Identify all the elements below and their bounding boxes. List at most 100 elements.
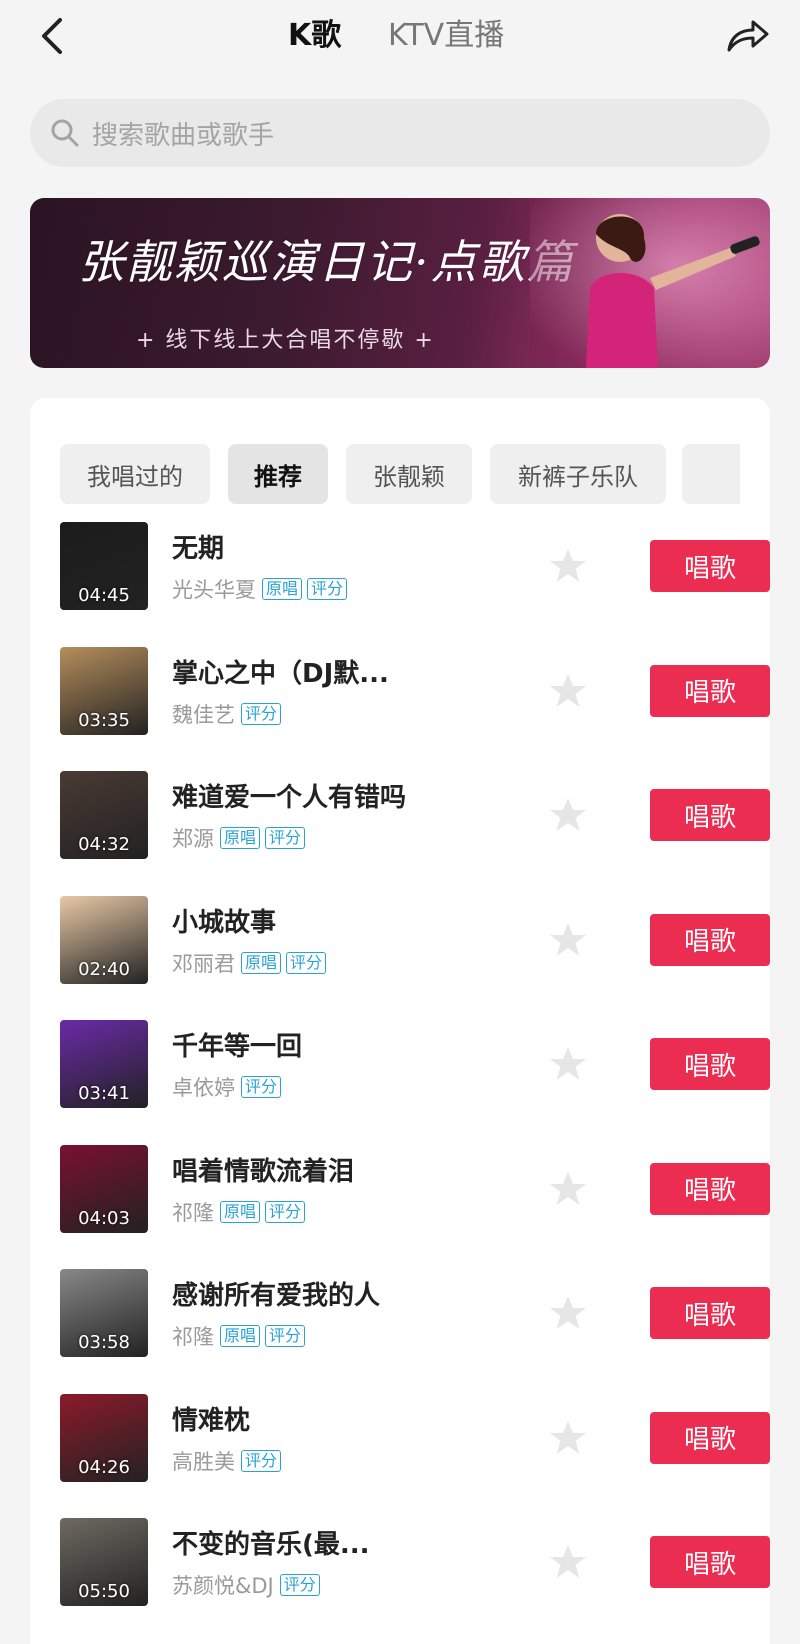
song-meta: 高胜美 评分 (172, 1446, 286, 1476)
song-duration: 05:50 (78, 1581, 130, 1602)
song-cover[interactable]: 04:03 (60, 1144, 148, 1233)
star-icon[interactable] (548, 671, 588, 711)
sing-button-label: 唱歌 (683, 1300, 736, 1331)
song-title[interactable]: 唱着情歌流着泪 (172, 1151, 354, 1188)
song-title[interactable]: 掌心之中（DJ默... (172, 653, 389, 690)
song-cover[interactable]: 04:32 (60, 771, 148, 859)
sing-button[interactable]: 唱歌 (650, 664, 770, 717)
song-title[interactable]: 千年等一回 (172, 1026, 302, 1063)
chip-zhang-liangying[interactable]: 张靓颖 (346, 444, 472, 504)
star-icon[interactable] (548, 1044, 588, 1084)
song-title[interactable]: 情难枕 (172, 1400, 250, 1437)
share-button[interactable] (720, 12, 776, 60)
song-row: 03:58 感谢所有爱我的人祁隆 原唱 评分 唱歌 (60, 1269, 770, 1359)
song-meta: 祁隆 原唱 评分 (172, 1321, 310, 1351)
song-list-card: 我唱过的 推荐 张靓颖 新裤子乐队 04:45 无期 光头华夏 原唱 评分 唱歌 03:35… (30, 398, 770, 1644)
top-tabs: K歌 KTV直播 (0, 14, 800, 58)
song-duration: 02:40 (78, 958, 130, 980)
song-meta: 祁隆 原唱 评分 (172, 1197, 310, 1227)
song-tag-badge: 评分 (265, 1200, 306, 1223)
song-artist: 魏佳艺 (172, 702, 235, 727)
sing-button-label: 唱歌 (683, 802, 736, 833)
sing-button-label: 唱歌 (683, 553, 736, 584)
song-cover[interactable]: 04:26 (60, 1393, 148, 1482)
song-row: 04:32 难道爱一个人有错吗郑源 原唱 评分 唱歌 (60, 771, 770, 861)
song-cover[interactable]: 03:35 (60, 646, 148, 735)
song-cover[interactable]: 03:58 (60, 1269, 148, 1357)
sing-button[interactable]: 唱歌 (650, 789, 770, 841)
song-artist: 卓依婷 (172, 1076, 235, 1100)
song-tag-badge: 评分 (241, 1449, 282, 1472)
song-tag-badge: 原唱 (220, 827, 261, 849)
song-duration: 04:45 (78, 585, 130, 606)
banner-singer-image (530, 198, 770, 368)
song-tag-badge: 原唱 (262, 578, 303, 600)
song-tag-badge: 评分 (307, 578, 348, 600)
sing-button-label: 唱歌 (683, 1549, 736, 1580)
top-bar: K歌 KTV直播 (0, 0, 800, 72)
song-row: 05:50 不变的音乐(最... 苏颜悦&DJ 评分 唱歌 (60, 1518, 770, 1608)
song-title[interactable]: 感谢所有爱我的人 (172, 1275, 380, 1312)
sing-button[interactable]: 唱歌 (650, 1287, 770, 1339)
star-icon[interactable] (548, 1169, 588, 1209)
song-meta: 苏颜悦&DJ 评分 (172, 1570, 325, 1600)
banner-subtitle: + 线下线上大合唱不停歇 + (136, 328, 435, 353)
search-placeholder: 搜索歌曲或歌手 (92, 120, 275, 151)
song-artist: 郑源 (172, 827, 214, 851)
song-row: 04:26 情难枕高胜美 评分 唱歌 (60, 1393, 770, 1484)
promo-banner[interactable]: 张靓颖巡演日记·点歌篇 + 线下线上大合唱不停歇 + (30, 198, 770, 368)
song-cover[interactable]: 04:45 (60, 522, 148, 610)
song-cover[interactable]: 03:41 (60, 1020, 148, 1108)
song-row: 03:35 掌心之中（DJ默... 魏佳艺 评分 唱歌 (60, 646, 770, 737)
search-icon (51, 119, 79, 147)
song-tag-badge: 评分 (241, 1076, 282, 1098)
song-artist: 祁隆 (172, 1325, 214, 1349)
song-meta: 郑源 原唱 评分 (172, 823, 310, 853)
song-row: 04:03 唱着情歌流着泪祁隆 原唱 评分 唱歌 (60, 1144, 770, 1235)
song-cover[interactable]: 05:50 (60, 1518, 148, 1606)
song-cover[interactable]: 02:40 (60, 895, 148, 984)
sing-button[interactable]: 唱歌 (650, 1038, 770, 1090)
sing-button-label: 唱歌 (683, 1051, 736, 1082)
song-tag-badge: 评分 (241, 702, 282, 725)
song-title[interactable]: 无期 (172, 528, 224, 565)
song-artist: 高胜美 (172, 1449, 235, 1474)
sing-button-label: 唱歌 (683, 678, 736, 708)
song-meta: 魏佳艺 评分 (172, 699, 286, 729)
song-tag-badge: 评分 (286, 951, 327, 974)
sing-button[interactable]: 唱歌 (650, 913, 770, 966)
song-title[interactable]: 小城故事 (172, 902, 276, 939)
song-artist: 邓丽君 (172, 951, 235, 976)
song-title[interactable]: 难道爱一个人有错吗 (172, 777, 406, 814)
chip-recommended[interactable]: 推荐 (228, 444, 328, 504)
song-duration: 03:58 (78, 1332, 130, 1353)
song-duration: 04:26 (78, 1456, 130, 1478)
song-meta: 卓依婷 评分 (172, 1072, 286, 1102)
song-duration: 03:35 (78, 709, 130, 731)
sing-button[interactable]: 唱歌 (650, 1536, 770, 1588)
sing-button-label: 唱歌 (683, 1176, 736, 1206)
song-artist: 祁隆 (172, 1200, 214, 1225)
sing-button-label: 唱歌 (683, 1425, 736, 1455)
song-duration: 03:41 (78, 1083, 130, 1104)
tab-k-song[interactable]: K歌 (288, 14, 341, 58)
song-title[interactable]: 不变的音乐(最... (172, 1524, 370, 1561)
sing-button[interactable]: 唱歌 (650, 1162, 770, 1215)
chip-new-pants-band[interactable]: 新裤子乐队 (490, 444, 666, 504)
star-icon[interactable] (548, 1542, 588, 1582)
star-icon[interactable] (548, 546, 588, 586)
star-icon[interactable] (548, 920, 588, 960)
sing-button[interactable]: 唱歌 (650, 1411, 770, 1464)
star-icon[interactable] (548, 1293, 588, 1333)
sing-button[interactable]: 唱歌 (650, 540, 770, 592)
search-bar[interactable]: 搜索歌曲或歌手 (30, 99, 770, 167)
chip-sung-before[interactable]: 我唱过的 (60, 444, 210, 504)
song-tag-badge: 原唱 (220, 1325, 261, 1347)
tab-ktv-live[interactable]: KTV直播 (388, 14, 504, 58)
share-arrow-icon (727, 20, 769, 52)
chip-more[interactable] (682, 444, 740, 504)
song-tag-badge: 原唱 (241, 951, 282, 974)
sing-button-label: 唱歌 (683, 927, 736, 957)
star-icon[interactable] (548, 795, 588, 835)
star-icon[interactable] (548, 1418, 588, 1458)
